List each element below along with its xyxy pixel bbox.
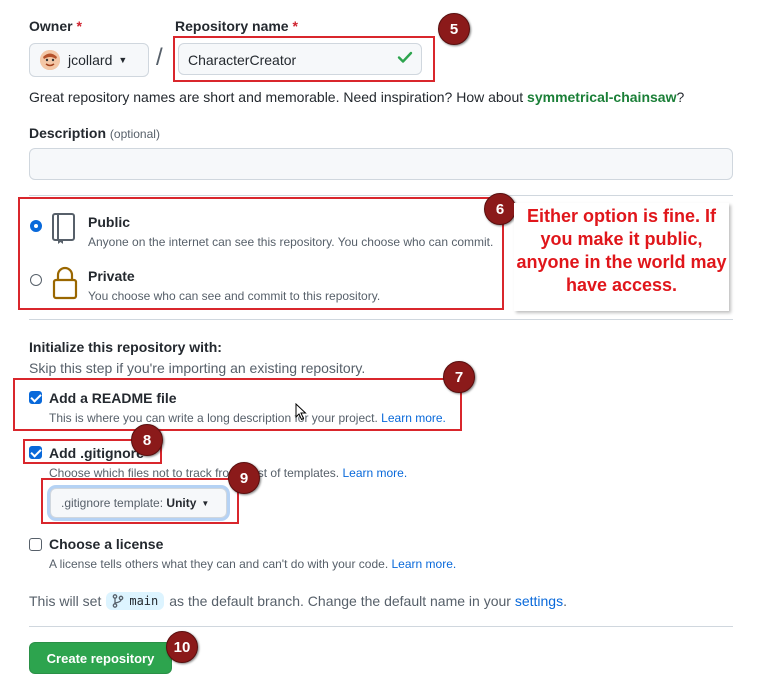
step-marker-6: 6 (484, 193, 516, 225)
license-title: Choose a license (49, 536, 164, 552)
step-marker-8: 8 (131, 424, 163, 456)
annotation-callout: Either option is fine. If you make it pu… (514, 203, 729, 311)
description-label: Description (optional) (29, 125, 160, 141)
branch-badge: main (106, 592, 165, 610)
repo-name-hint: Great repository names are short and mem… (29, 89, 685, 105)
annotation-box-9 (41, 478, 239, 524)
divider (29, 319, 733, 320)
license-learn-more-link[interactable]: Learn more. (392, 557, 457, 571)
init-heading: Initialize this repository with: (29, 339, 222, 355)
step-marker-5: 5 (438, 13, 470, 45)
avatar (40, 50, 60, 70)
owner-dropdown[interactable]: jcollard ▼ (29, 43, 149, 77)
caret-down-icon: ▼ (118, 55, 128, 65)
annotation-box-6 (18, 197, 504, 310)
divider (29, 626, 733, 627)
mouse-cursor-icon (295, 402, 307, 424)
annotation-box-7 (13, 378, 462, 431)
git-branch-icon (113, 594, 124, 608)
owner-name: jcollard (68, 52, 113, 68)
settings-link[interactable]: settings (515, 593, 563, 609)
name-suggestion-link[interactable]: symmetrical-chainsaw (527, 89, 676, 105)
owner-label: Owner * (29, 18, 82, 34)
create-repository-button[interactable]: Create repository (29, 642, 172, 674)
step-marker-10: 10 (166, 631, 198, 663)
annotation-box-5 (173, 36, 435, 82)
divider (29, 195, 733, 196)
owner-repo-separator: / (156, 44, 163, 71)
default-branch-note: This will set main as the default branch… (29, 592, 567, 610)
license-description: A license tells others what they can and… (49, 557, 457, 571)
gitignore-learn-more-link[interactable]: Learn more. (342, 466, 407, 480)
step-marker-9: 9 (228, 462, 260, 494)
step-marker-7: 7 (443, 361, 475, 393)
init-skip-text: Skip this step if you're importing an ex… (29, 360, 366, 376)
repo-name-label: Repository name * (175, 18, 298, 34)
license-checkbox[interactable] (29, 538, 42, 551)
description-input[interactable] (29, 148, 733, 180)
